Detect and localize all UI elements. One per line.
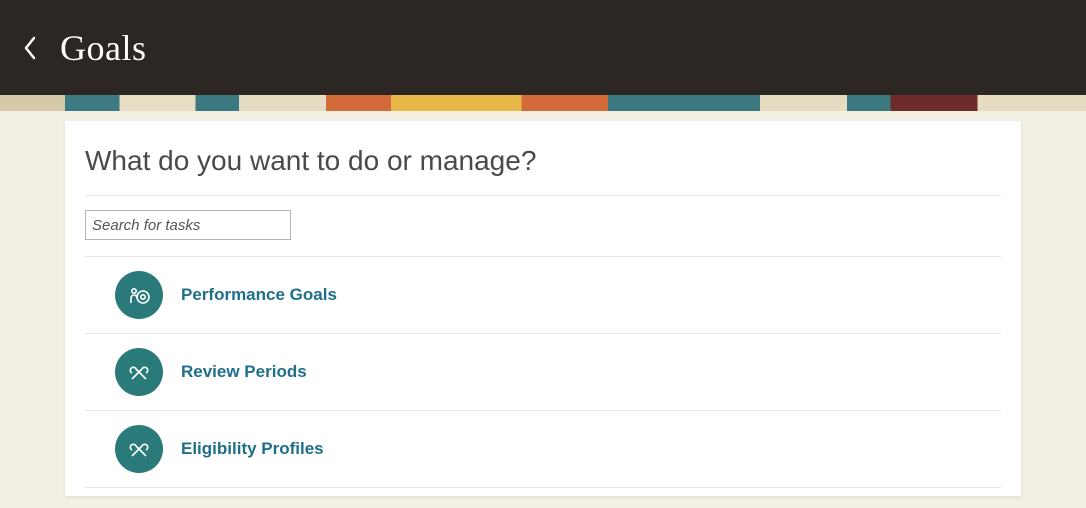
task-list: Performance Goals Review Periods [85, 257, 1001, 488]
chevron-left-icon [21, 34, 39, 62]
task-item-performance-goals[interactable]: Performance Goals [85, 257, 1001, 334]
page-body: What do you want to do or manage? [0, 111, 1086, 508]
banner-decoration [0, 95, 1086, 111]
tools-icon [115, 425, 163, 473]
task-label: Review Periods [181, 362, 307, 382]
task-label: Eligibility Profiles [181, 439, 324, 459]
app-header: Goals [0, 0, 1086, 95]
card-heading: What do you want to do or manage? [85, 145, 1001, 196]
goals-icon [115, 271, 163, 319]
search-box[interactable] [85, 210, 291, 240]
search-row [85, 196, 1001, 257]
task-item-eligibility-profiles[interactable]: Eligibility Profiles [85, 411, 1001, 488]
back-button[interactable] [0, 0, 60, 95]
tools-icon [115, 348, 163, 396]
search-input[interactable] [92, 217, 293, 234]
task-label: Performance Goals [181, 285, 337, 305]
page-title: Goals [60, 27, 147, 69]
main-card: What do you want to do or manage? [65, 121, 1021, 496]
task-item-review-periods[interactable]: Review Periods [85, 334, 1001, 411]
